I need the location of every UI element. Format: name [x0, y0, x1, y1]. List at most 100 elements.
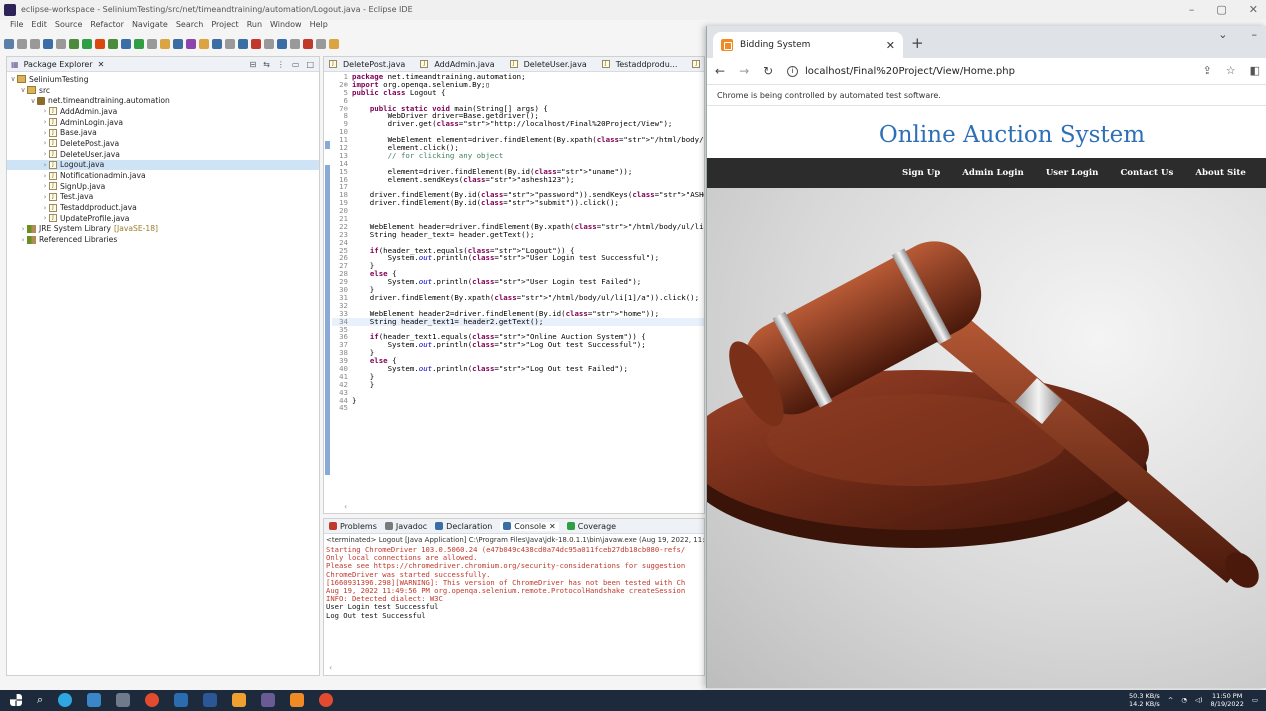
- minimize-icon[interactable]: –: [1252, 28, 1258, 41]
- toolbar-button-icon[interactable]: [251, 39, 261, 49]
- toolbar-button-icon[interactable]: [30, 39, 40, 49]
- toolbar-button-icon[interactable]: [56, 39, 66, 49]
- menu-refactor[interactable]: Refactor: [90, 20, 124, 34]
- tree-file-deletepost[interactable]: › J DeletePost.java: [7, 138, 319, 149]
- toolbar-button-icon[interactable]: [316, 39, 326, 49]
- nav-sign-up[interactable]: Sign Up: [902, 168, 940, 178]
- tree-file-deleteuser[interactable]: › J DeleteUser.java: [7, 149, 319, 160]
- tree-file-addadmin[interactable]: › J AddAdmin.java: [7, 106, 319, 117]
- tree-file-signup[interactable]: › J SignUp.java: [7, 181, 319, 192]
- tree-src[interactable]: ∨ src: [7, 85, 319, 96]
- eclipse-taskbar-icon[interactable]: [261, 693, 276, 707]
- toolbar-button-icon[interactable]: [238, 39, 248, 49]
- link-editor-icon[interactable]: ⇆: [263, 60, 270, 69]
- editor-tab[interactable]: J DeletePost.java: [324, 57, 415, 71]
- tree-file-base[interactable]: › J Base.java: [7, 127, 319, 138]
- toolbar-button-icon[interactable]: [225, 39, 235, 49]
- menu-file[interactable]: File: [10, 20, 23, 34]
- bookmark-star-icon[interactable]: ☆: [1226, 64, 1236, 77]
- collapse-arrow-icon[interactable]: ›: [41, 172, 49, 180]
- wifi-icon[interactable]: ◔: [1181, 696, 1187, 704]
- store-icon[interactable]: [116, 693, 131, 707]
- show-hidden-icons-icon[interactable]: ^: [1168, 696, 1173, 704]
- tree-file-testaddproduct[interactable]: › J Testaddproduct.java: [7, 202, 319, 213]
- code-area[interactable]: 1 package net.timeandtraining.automation;…: [324, 73, 704, 503]
- menu-project[interactable]: Project: [211, 20, 238, 34]
- toolbar-button-icon[interactable]: [186, 39, 196, 49]
- nav-about-site[interactable]: About Site: [1195, 168, 1246, 178]
- collapse-arrow-icon[interactable]: ›: [41, 182, 49, 190]
- clock[interactable]: 11:50 PM 8/19/2022: [1211, 692, 1244, 708]
- close-tab-icon[interactable]: ✕: [98, 60, 105, 69]
- menu-window[interactable]: Window: [270, 20, 302, 34]
- minimize-icon[interactable]: –: [1189, 3, 1195, 16]
- collapse-arrow-icon[interactable]: ›: [41, 214, 49, 222]
- toolbar-button-icon[interactable]: [173, 39, 183, 49]
- collapse-arrow-icon[interactable]: ›: [19, 225, 27, 233]
- menu-edit[interactable]: Edit: [31, 20, 47, 34]
- collapse-arrow-icon[interactable]: ›: [41, 204, 49, 212]
- cortana-icon[interactable]: [58, 693, 73, 707]
- toolbar-button-icon[interactable]: [108, 39, 118, 49]
- site-info-icon[interactable]: i: [787, 65, 798, 77]
- url-text[interactable]: localhost/Final%20Project/View/Home.php: [805, 66, 1015, 77]
- collapse-arrow-icon[interactable]: ›: [41, 150, 49, 158]
- menu-navigate[interactable]: Navigate: [132, 20, 168, 34]
- console-tab-problems[interactable]: Problems: [329, 522, 377, 531]
- collapse-arrow-icon[interactable]: ›: [41, 107, 49, 115]
- console-scroll-left-icon[interactable]: ‹: [329, 663, 332, 672]
- toolbar-button-icon[interactable]: [95, 39, 105, 49]
- toolbar-button-icon[interactable]: [277, 39, 287, 49]
- word-icon[interactable]: [203, 693, 218, 707]
- expand-arrow-icon[interactable]: ∨: [19, 86, 27, 94]
- toolbar-button-icon[interactable]: [199, 39, 209, 49]
- maximize-icon[interactable]: ▢: [1216, 3, 1226, 16]
- tree-package[interactable]: ∨ net.timeandtraining.automation: [7, 95, 319, 106]
- nav-admin-login[interactable]: Admin Login: [962, 168, 1024, 178]
- collapse-arrow-icon[interactable]: ›: [41, 118, 49, 126]
- task-view-icon[interactable]: [87, 693, 102, 707]
- close-icon[interactable]: ✕: [1249, 3, 1258, 16]
- tree-referenced-libraries[interactable]: › Referenced Libraries: [7, 234, 319, 245]
- xampp-icon[interactable]: [290, 693, 305, 707]
- minimize-view-icon[interactable]: ▭: [292, 60, 300, 69]
- menu-help[interactable]: Help: [310, 20, 328, 34]
- collapse-arrow-icon[interactable]: ›: [19, 236, 27, 244]
- forward-icon[interactable]: →: [739, 64, 749, 78]
- toolbar-button-icon[interactable]: [82, 39, 92, 49]
- collapse-arrow-icon[interactable]: ›: [41, 161, 49, 169]
- close-tab-icon[interactable]: ✕: [886, 39, 895, 52]
- tree-file-adminlogin[interactable]: › J AdminLogin.java: [7, 117, 319, 128]
- editor-tab[interactable]: JAdmin: [687, 57, 704, 71]
- chrome-active-icon[interactable]: [319, 693, 334, 707]
- menu-run[interactable]: Run: [247, 20, 262, 34]
- share-icon[interactable]: ⇪: [1203, 64, 1212, 77]
- volume-icon[interactable]: ◁): [1195, 696, 1203, 704]
- view-menu-icon[interactable]: ⋮: [277, 60, 285, 69]
- console-tab-javadoc[interactable]: Javadoc: [384, 522, 427, 531]
- toolbar-button-icon[interactable]: [121, 39, 131, 49]
- toolbar-button-icon[interactable]: [160, 39, 170, 49]
- toolbar-button-icon[interactable]: [147, 39, 157, 49]
- collapse-arrow-icon[interactable]: ›: [41, 193, 49, 201]
- chrome-taskbar-icon[interactable]: [145, 693, 160, 707]
- toolbar-button-icon[interactable]: [69, 39, 79, 49]
- tab-search-icon[interactable]: ⌄: [1218, 28, 1227, 41]
- toolbar-button-icon[interactable]: [329, 39, 339, 49]
- tree-file-updateprofile[interactable]: › J UpdateProfile.java: [7, 213, 319, 224]
- toolbar-button-icon[interactable]: [212, 39, 222, 49]
- notification-icon[interactable]: ▭: [1252, 696, 1258, 704]
- folder-icon[interactable]: [232, 693, 247, 707]
- nav-contact-us[interactable]: Contact Us: [1120, 168, 1173, 178]
- package-explorer-tab[interactable]: Package Explorer: [24, 60, 93, 69]
- search-icon[interactable]: ⌕: [37, 693, 43, 707]
- tree-file-test[interactable]: › J Test.java: [7, 192, 319, 203]
- console-tab-coverage[interactable]: Coverage: [566, 522, 616, 531]
- menu-search[interactable]: Search: [176, 20, 203, 34]
- tree-file-notificationadmin[interactable]: › J Notificationadmin.java: [7, 170, 319, 181]
- toolbar-button-icon[interactable]: [4, 39, 14, 49]
- address-bar[interactable]: i localhost/Final%20Project/View/Home.ph…: [787, 62, 1207, 80]
- menu-source[interactable]: Source: [55, 20, 82, 34]
- new-tab-icon[interactable]: +: [911, 34, 924, 52]
- toolbar-button-icon[interactable]: [264, 39, 274, 49]
